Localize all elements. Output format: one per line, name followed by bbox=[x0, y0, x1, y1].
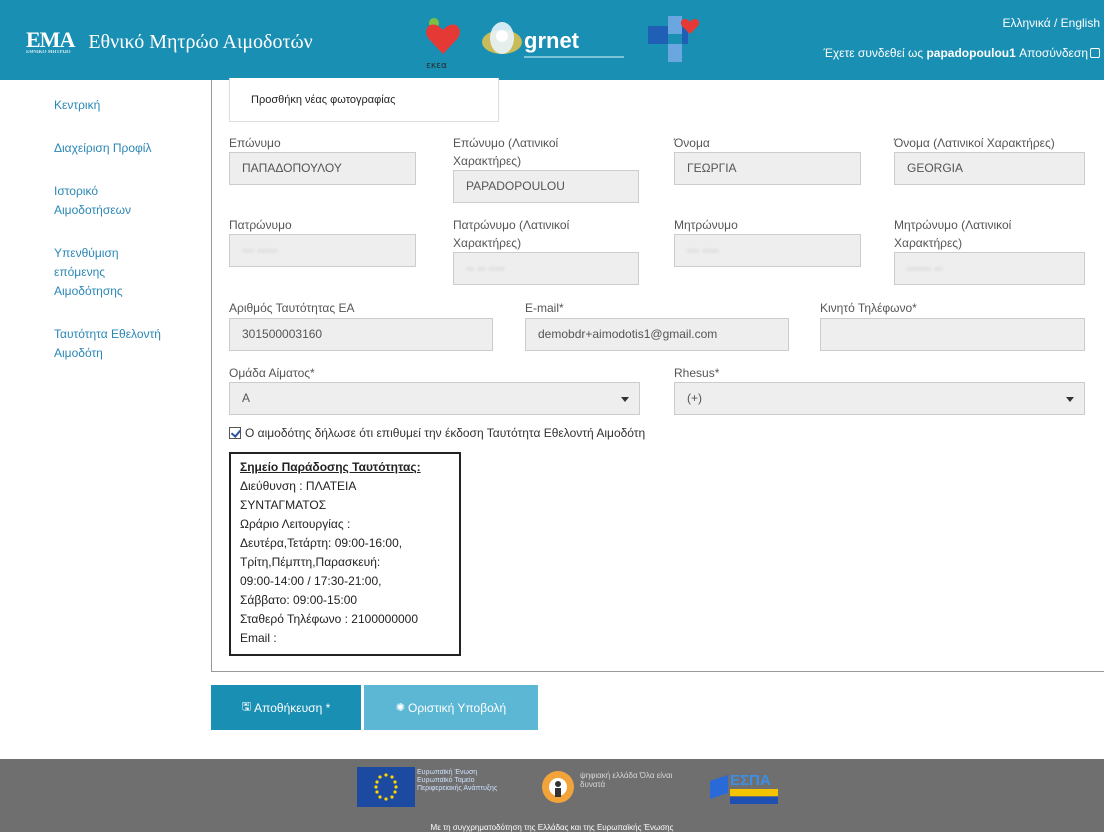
final-submit-label: Οριστική Υποβολή bbox=[407, 700, 507, 715]
profile-panel: Προσθήκη νέας φωτογραφίας Επώνυμο ΠΑΠΑΔΟ… bbox=[211, 78, 1104, 672]
language-switch[interactable]: Ελληνικά / English bbox=[1003, 16, 1101, 30]
chevron-down-icon bbox=[1066, 397, 1074, 402]
name-latin-label: Όνομα (Λατινικοί Χαρακτήρες) bbox=[894, 136, 1055, 150]
name-latin-field[interactable]: GEORGIA bbox=[894, 152, 1085, 185]
health-cross-logo bbox=[648, 16, 700, 62]
surname-latin-label: Επώνυμο (Λατινικοί Χαρακτήρες) bbox=[453, 136, 559, 168]
ekea-logo: εκεα bbox=[426, 18, 460, 71]
sidebar-item-home[interactable]: Κεντρική bbox=[54, 96, 194, 115]
logout-icon[interactable] bbox=[1090, 48, 1100, 58]
digital-greece-text: ψηφιακή ελλάδα Όλα είναι δυνατά bbox=[580, 771, 673, 789]
gear-icon: ✺ bbox=[395, 702, 405, 714]
surname-label: Επώνυμο bbox=[229, 136, 281, 150]
father-name-latin-value: ·· ·· ···· bbox=[466, 261, 505, 275]
delivery-line: Διεύθυνση : ΠΛΑΤΕΙΑ bbox=[240, 479, 357, 493]
rhesus-value: (+) bbox=[687, 391, 702, 405]
grnet-logo: grnet bbox=[482, 22, 624, 58]
sidebar-item-donor-card[interactable]: Ταυτότητα Εθελοντή Αιμοδότη bbox=[54, 325, 174, 363]
footer: Ευρωπαϊκή Ένωση Ευρωπαϊκό Ταμείο Περιφερ… bbox=[0, 759, 1104, 832]
sidebar-item-reminder[interactable]: Υπενθύμιση επόμενης Αιμοδότησης bbox=[54, 244, 144, 301]
mobile-label: Κινητό Τηλέφωνο* bbox=[820, 301, 917, 315]
blood-group-select[interactable]: A bbox=[229, 382, 640, 415]
father-name-label: Πατρώνυμο bbox=[229, 218, 292, 232]
mother-name-label: Μητρώνυμο bbox=[674, 218, 738, 232]
eu-text: Ευρωπαϊκή Ένωση Ευρωπαϊκό Ταμείο Περιφερ… bbox=[417, 769, 498, 792]
svg-text:grnet: grnet bbox=[524, 28, 580, 53]
blood-group-value: A bbox=[242, 391, 251, 405]
delivery-line: Ωράριο Λειτουργίας : bbox=[240, 517, 351, 531]
consent-label: Ο αιμοδότης δήλωσε ότι επιθυμεί την έκδο… bbox=[245, 426, 646, 440]
mother-name-value: ··· ···· bbox=[687, 243, 719, 257]
mobile-field[interactable] bbox=[820, 318, 1085, 351]
sidebar-item-history[interactable]: Ιστορικό Αιμοδοτήσεων bbox=[54, 182, 144, 220]
sidebar-item-profile[interactable]: Διαχείριση Προφίλ bbox=[54, 139, 194, 158]
delivery-line: Σταθερό Τηλέφωνο : 2100000000 bbox=[240, 612, 419, 626]
delivery-line: ΣΥΝΤΑΓΜΑΤΟΣ bbox=[240, 498, 327, 512]
father-name-latin-field[interactable]: ·· ·· ···· bbox=[453, 252, 639, 285]
mother-name-latin-value: ······ ·· bbox=[907, 261, 943, 275]
father-name-value: ··· ····· bbox=[242, 243, 278, 257]
surname-latin-field[interactable]: PAPADOPOULOU bbox=[453, 170, 639, 203]
save-button[interactable]: 🖫 Αποθήκευση * bbox=[211, 685, 361, 730]
svg-text:εκεα: εκεα bbox=[426, 61, 447, 71]
login-status: Έχετε συνδεθεί ως papadopoulou1 Αποσύνδε… bbox=[823, 46, 1100, 60]
photo-frame: Προσθήκη νέας φωτογραφίας bbox=[229, 78, 499, 122]
sidebar: Κεντρική Διαχείριση Προφίλ Ιστορικό Αιμο… bbox=[54, 96, 194, 387]
eu-flag-icon bbox=[357, 767, 415, 807]
consent-checkbox[interactable] bbox=[229, 427, 241, 439]
brand-title: Εθνικό Μητρώο Αιμοδοτών bbox=[88, 31, 313, 53]
delivery-line: 09:00-14:00 / 17:30-21:00, bbox=[240, 574, 382, 588]
email-label: E-mail* bbox=[525, 301, 564, 315]
username: papadopoulou1 bbox=[926, 46, 1016, 60]
chevron-down-icon bbox=[621, 397, 629, 402]
id-number-field[interactable]: 301500003160 bbox=[229, 318, 493, 351]
mother-name-latin-label: Μητρώνυμο (Λατινικοί Χαρακτήρες) bbox=[894, 218, 1012, 250]
svg-text:ΕΣΠΑ: ΕΣΠΑ bbox=[730, 772, 771, 789]
top-header: EMA ΕΘΝΙΚΟ ΜΗΤΡΩΟ Εθνικό Μητρώο Αιμοδοτώ… bbox=[0, 0, 1104, 80]
surname-field[interactable]: ΠΑΠΑΔΟΠΟΥΛΟΥ bbox=[229, 152, 416, 185]
email-field[interactable]: demobdr+aimodotis1@gmail.com bbox=[525, 318, 789, 351]
final-submit-button[interactable]: ✺ Οριστική Υποβολή bbox=[364, 685, 538, 730]
donor-card-consent[interactable]: Ο αιμοδότης δήλωσε ότι επιθυμεί την έκδο… bbox=[229, 426, 645, 440]
digital-greece-logo bbox=[542, 771, 574, 803]
father-name-latin-label: Πατρώνυμο (Λατινικοί Χαρακτήρες) bbox=[453, 218, 570, 250]
father-name-field[interactable]: ··· ····· bbox=[229, 234, 416, 267]
delivery-line: Δευτέρα,Τετάρτη: 09:00-16:00, bbox=[240, 536, 403, 550]
espa-logo: ΕΣΠΑ bbox=[710, 772, 778, 804]
id-number-label: Αριθμός Ταυτότητας ΕΑ bbox=[229, 301, 355, 315]
ema-logo-text: EMA bbox=[26, 27, 75, 52]
delivery-title: Σημείο Παράδοσης Ταυτότητας: bbox=[240, 460, 421, 474]
name-label: Όνομα bbox=[674, 136, 710, 150]
delivery-line: Σάββατο: 09:00-15:00 bbox=[240, 593, 358, 607]
login-prefix: Έχετε συνδεθεί ως bbox=[823, 46, 924, 60]
mother-name-field[interactable]: ··· ···· bbox=[674, 234, 861, 267]
delivery-point-box: Σημείο Παράδοσης Ταυτότητας: Διεύθυνση :… bbox=[229, 452, 461, 656]
blood-group-label: Ομάδα Αίματος* bbox=[229, 366, 315, 380]
rhesus-label: Rhesus* bbox=[674, 366, 720, 380]
save-button-label: Αποθήκευση * bbox=[254, 700, 331, 715]
delivery-line: Τρίτη,Πέμπτη,Παρασκευή: bbox=[240, 555, 381, 569]
logout-link[interactable]: Αποσύνδεση bbox=[1019, 46, 1088, 60]
ema-logo-subtext: ΕΘΝΙΚΟ ΜΗΤΡΩΟ bbox=[26, 50, 71, 55]
rhesus-select[interactable]: (+) bbox=[674, 382, 1085, 415]
mother-name-latin-field[interactable]: ······ ·· bbox=[894, 252, 1085, 285]
brand[interactable]: EMA ΕΘΝΙΚΟ ΜΗΤΡΩΟ Εθνικό Μητρώο Αιμοδοτώ… bbox=[26, 27, 313, 56]
floppy-disk-icon: 🖫 bbox=[241, 701, 252, 713]
ema-logo: EMA ΕΘΝΙΚΟ ΜΗΤΡΩΟ bbox=[26, 27, 75, 56]
footer-note: Με τη συγχρηματοδότηση της Ελλάδας και τ… bbox=[430, 823, 674, 832]
add-photo-link[interactable]: Προσθήκη νέας φωτογραφίας bbox=[251, 94, 395, 106]
name-field[interactable]: ΓΕΩΡΓΙΑ bbox=[674, 152, 861, 185]
delivery-line: Email : bbox=[240, 631, 277, 645]
